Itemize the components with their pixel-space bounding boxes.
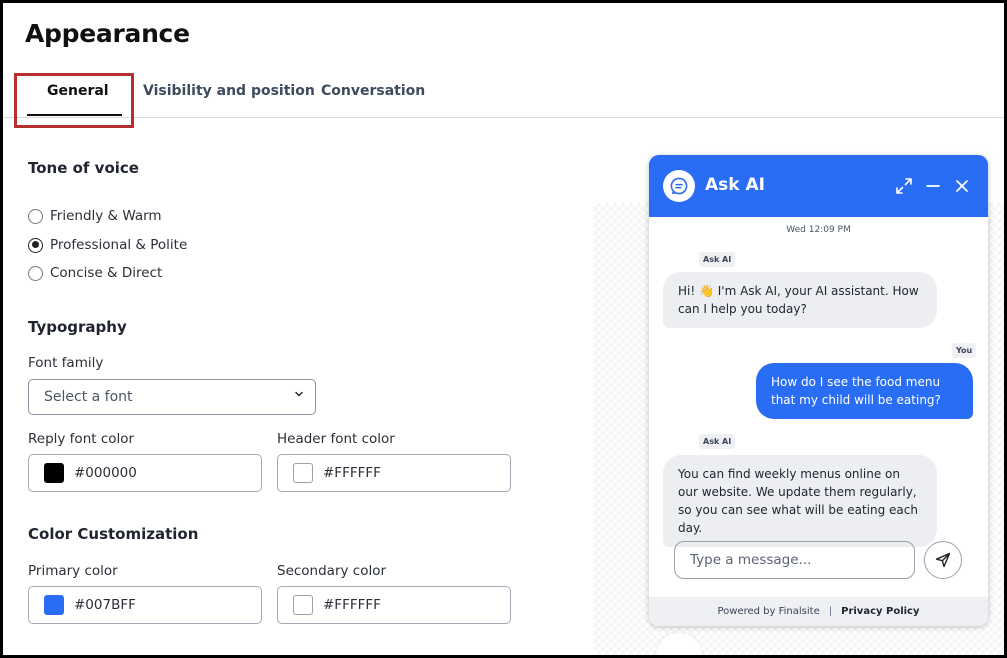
- close-icon[interactable]: [952, 176, 972, 196]
- radio-label: Professional & Polite: [50, 237, 188, 253]
- reply-color-swatch[interactable]: [44, 463, 64, 483]
- radio-friendly-warm[interactable]: Friendly & Warm: [28, 208, 162, 224]
- primary-color-label: Primary color: [28, 563, 118, 579]
- primary-color-input[interactable]: #007BFF: [28, 586, 262, 624]
- chevron-down-icon: [295, 391, 303, 397]
- chat-title: Ask AI: [705, 175, 765, 195]
- chat-footer: Powered by Finalsite | Privacy Policy: [649, 597, 988, 626]
- primary-color-value: #007BFF: [74, 597, 136, 613]
- sender-tag-bot: Ask AI: [699, 252, 736, 267]
- sender-tag-user: You: [952, 343, 977, 358]
- radio-label: Concise & Direct: [50, 265, 163, 281]
- send-icon: [935, 552, 951, 568]
- app-frame: Appearance General Visibility and positi…: [0, 0, 1007, 658]
- message-input[interactable]: Type a message...: [674, 541, 915, 579]
- tab-visibility-and-position[interactable]: Visibility and position: [143, 83, 315, 99]
- secondary-color-input[interactable]: #FFFFFF: [277, 586, 511, 624]
- primary-color-swatch[interactable]: [44, 595, 64, 615]
- secondary-color-label: Secondary color: [277, 563, 387, 579]
- secondary-color-value: #FFFFFF: [323, 597, 381, 613]
- radio-label: Friendly & Warm: [50, 208, 162, 224]
- expand-icon[interactable]: [894, 176, 914, 196]
- chat-bubble-icon: [663, 170, 695, 202]
- color-customization-title: Color Customization: [28, 525, 199, 543]
- radio-button[interactable]: [28, 265, 43, 281]
- radio-button[interactable]: [28, 208, 43, 224]
- chat-widget-preview: Ask AI Wed 12:09 PM Ask AI Hi! 👋 I'm Ask…: [649, 155, 988, 626]
- reply-font-color-input[interactable]: #000000: [28, 454, 262, 492]
- tab-bar: General Visibility and position Conversa…: [3, 71, 1004, 118]
- powered-by-text: Powered by Finalsite: [717, 606, 820, 617]
- chat-header: Ask AI: [649, 155, 988, 217]
- page-title: Appearance: [25, 19, 190, 48]
- font-family-select[interactable]: Select a font: [28, 379, 316, 415]
- bot-message: You can find weekly menus online on our …: [663, 455, 937, 547]
- header-font-color-label: Header font color: [277, 431, 395, 447]
- tab-highlight-box: [14, 73, 134, 128]
- radio-button-checked[interactable]: [28, 237, 43, 253]
- header-font-color-input[interactable]: #FFFFFF: [277, 454, 511, 492]
- secondary-color-swatch[interactable]: [293, 595, 313, 615]
- header-color-value: #FFFFFF: [323, 465, 381, 481]
- typography-section-title: Typography: [28, 318, 127, 336]
- send-button[interactable]: [924, 541, 962, 579]
- bot-message: Hi! 👋 I'm Ask AI, your AI assistant. How…: [663, 272, 937, 328]
- tab-conversation[interactable]: Conversation: [321, 83, 425, 99]
- sender-tag-bot: Ask AI: [699, 434, 736, 449]
- minimize-icon[interactable]: [923, 176, 943, 196]
- reply-font-color-label: Reply font color: [28, 431, 135, 447]
- reply-color-value: #000000: [74, 465, 137, 481]
- privacy-policy-link[interactable]: Privacy Policy: [841, 606, 919, 617]
- chat-timestamp: Wed 12:09 PM: [786, 225, 851, 235]
- radio-concise-direct[interactable]: Concise & Direct: [28, 265, 162, 281]
- header-color-swatch[interactable]: [293, 463, 313, 483]
- font-family-value: Select a font: [44, 389, 133, 405]
- user-message: How do I see the food menu that my child…: [756, 363, 973, 419]
- font-family-label: Font family: [28, 355, 104, 371]
- radio-professional-polite[interactable]: Professional & Polite: [28, 237, 187, 253]
- footer-separator: |: [828, 606, 833, 617]
- tone-section-title: Tone of voice: [28, 159, 139, 177]
